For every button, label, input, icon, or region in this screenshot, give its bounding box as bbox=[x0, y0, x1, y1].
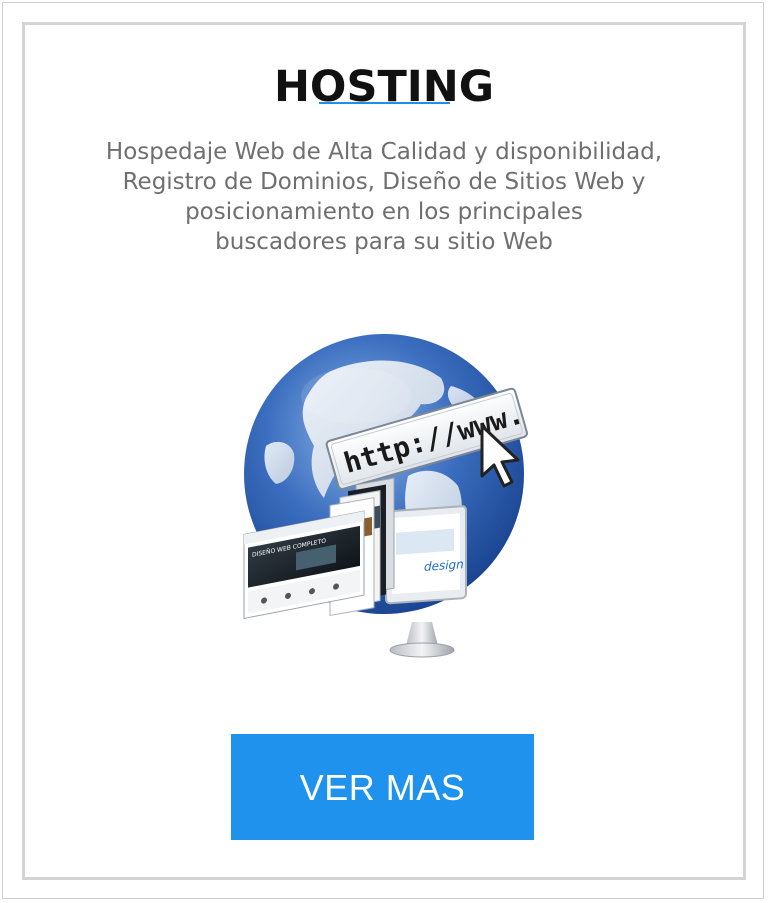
title-underline bbox=[319, 102, 450, 104]
hosting-card: HOSTING Hospedaje Web de Alta Calidad y … bbox=[22, 22, 746, 880]
web-hosting-illustration: http://www. design DISEÑO WEB COMPLETO bbox=[243, 334, 528, 658]
monitor-icon: design bbox=[385, 505, 467, 658]
card-description: Hospedaje Web de Alta Calidad y disponib… bbox=[60, 137, 708, 257]
ver-mas-button[interactable]: VER MAS bbox=[231, 734, 534, 840]
description-line: Registro de Dominios, Diseño de Sitios W… bbox=[122, 169, 646, 195]
description-line: Hospedaje Web de Alta Calidad y disponib… bbox=[105, 139, 663, 165]
description-line: buscadores para su sitio Web bbox=[215, 229, 553, 255]
card-title: HOSTING bbox=[273, 62, 495, 112]
screen-word: design bbox=[424, 557, 464, 574]
description-line: posicionamiento en los principales bbox=[185, 199, 583, 225]
